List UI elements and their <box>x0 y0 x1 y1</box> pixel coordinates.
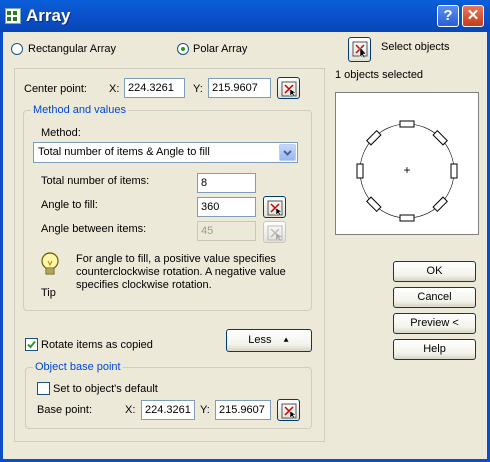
chevron-down-icon <box>283 150 292 156</box>
pick-angle-fill-button[interactable] <box>263 196 286 218</box>
window-title: Array <box>26 6 71 25</box>
collapse-arrow-icon: ⯅ <box>282 335 290 345</box>
app-icon <box>5 8 21 24</box>
cancel-button[interactable]: Cancel <box>393 287 476 308</box>
pick-angle-icon <box>267 200 283 216</box>
total-items-input[interactable]: 8 <box>197 173 256 193</box>
method-selected-value: Total number of items & Angle to fill <box>38 146 210 158</box>
set-default-checkbox[interactable] <box>37 382 50 395</box>
rotate-items-label[interactable]: Rotate items as copied <box>41 339 153 351</box>
center-y-input[interactable]: 215.9607 <box>208 78 271 98</box>
rectangular-array-label[interactable]: Rectangular Array <box>28 43 116 55</box>
method-label: Method: <box>41 127 81 139</box>
angle-between-input: 45 <box>197 221 256 241</box>
array-preview: + <box>335 92 479 235</box>
center-x-input[interactable]: 224.3261 <box>124 78 185 98</box>
tip-label: Tip <box>41 287 56 299</box>
base-point-label: Base point: <box>37 404 93 416</box>
method-dropdown[interactable]: Total number of items & Angle to fill <box>33 142 298 163</box>
radio-selected-dot <box>181 47 185 51</box>
help-title-button[interactable]: ? <box>437 5 459 27</box>
polar-array-label[interactable]: Polar Array <box>193 43 247 55</box>
preview-array-item <box>399 214 415 222</box>
rectangular-array-radio[interactable] <box>11 43 23 55</box>
pick-base-icon <box>281 403 297 419</box>
title-bar[interactable] <box>0 0 490 32</box>
close-button[interactable]: ✕ <box>462 5 484 27</box>
dropdown-arrow-button[interactable] <box>279 144 296 161</box>
preview-button[interactable]: Preview < <box>393 313 476 334</box>
preview-array-item <box>432 130 448 146</box>
select-objects-label: Select objects <box>381 41 450 53</box>
less-button[interactable]: Less ⯅ <box>226 329 312 352</box>
base-y-label: Y: <box>200 404 210 416</box>
pick-point-icon <box>281 81 297 97</box>
preview-array-item <box>450 163 458 179</box>
objects-selected-count: 1 objects selected <box>335 69 424 81</box>
checkmark-icon <box>27 340 36 349</box>
total-items-label: Total number of items: <box>41 175 150 187</box>
polar-array-preview-graphic: + <box>356 120 458 222</box>
pick-base-point-button[interactable] <box>277 399 300 421</box>
angle-between-label: Angle between items: <box>41 223 147 235</box>
method-group-title: Method and values <box>31 104 128 116</box>
less-button-label: Less <box>248 334 272 346</box>
question-icon: ? <box>443 7 453 24</box>
center-mark: + <box>403 163 410 177</box>
center-point-label: Center point: <box>24 83 87 95</box>
angle-fill-input[interactable]: 360 <box>197 197 256 217</box>
pick-center-point-button[interactable] <box>277 77 300 99</box>
ok-button[interactable]: OK <box>393 261 476 282</box>
base-y-input[interactable]: 215.9607 <box>215 400 271 420</box>
preview-array-item <box>432 196 448 212</box>
base-point-group-title: Object base point <box>33 361 123 373</box>
select-cursor-icon <box>352 41 368 59</box>
close-icon: ✕ <box>466 7 480 24</box>
preview-array-item <box>356 163 364 179</box>
base-x-input[interactable]: 224.3261 <box>141 400 195 420</box>
base-x-label: X: <box>125 404 136 416</box>
lightbulb-icon <box>38 250 62 280</box>
polar-array-radio[interactable] <box>177 43 189 55</box>
set-default-label[interactable]: Set to object's default <box>53 383 158 395</box>
pick-angle-between-button <box>263 221 286 243</box>
center-x-label: X: <box>109 83 120 95</box>
select-objects-button[interactable] <box>348 37 371 62</box>
help-button[interactable]: Help <box>393 339 476 360</box>
tip-text: For angle to fill, a positive value spec… <box>76 253 286 291</box>
angle-fill-label: Angle to fill: <box>41 199 98 211</box>
preview-array-item <box>366 196 382 212</box>
rotate-items-checkbox[interactable] <box>25 338 38 351</box>
preview-array-item <box>366 130 382 146</box>
pick-angle-disabled-icon <box>267 225 283 241</box>
center-y-label: Y: <box>193 83 203 95</box>
preview-array-item <box>399 120 415 128</box>
